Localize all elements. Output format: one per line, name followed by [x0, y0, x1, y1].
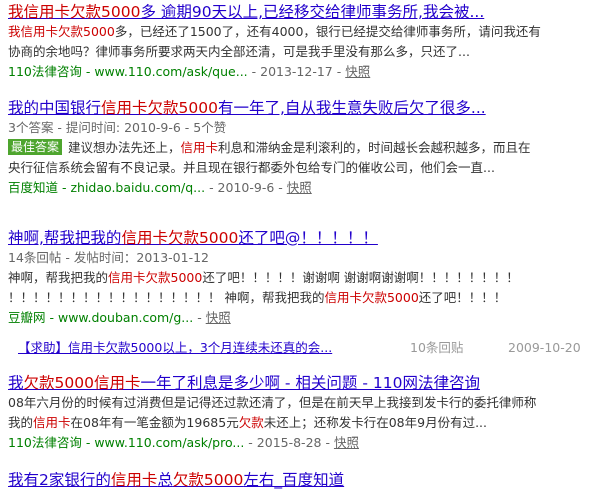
- result-meta: 14条回帖 - 发帖时间：2013-01-12: [8, 250, 210, 265]
- result-url[interactable]: - www.douban.com/g...: [46, 310, 193, 325]
- result-source: 百度知道: [8, 180, 59, 195]
- text-segment: 一年了利息是多少啊 - 相关问题 - 110网法律咨询: [140, 374, 480, 392]
- result-url-line: 110法律咨询 - www.110.com/ask/pro... - 2015-…: [8, 433, 600, 453]
- result-item: 我欠款5000信用卡一年了利息是多少啊 - 相关问题 - 110网法律咨询 08…: [8, 373, 600, 453]
- result-abstract-line: 协商的余地吗？律师事务所要求两天内全部还清，可是我手里没有那么多，只还了...: [8, 42, 600, 62]
- result-date: - 2015-8-28 -: [244, 435, 334, 450]
- highlighted-term: 信用卡欠款5000: [324, 290, 419, 305]
- result-abstract-text: 建议想办法先还上，信用卡利息和滞纳金是利滚利的，时间越长会越积越多，而且在: [68, 140, 531, 155]
- text-segment: 我: [8, 374, 24, 392]
- related-post-count: 10条回贴: [410, 340, 464, 355]
- result-title-link[interactable]: 我的中国银行信用卡欠款5000有一年了,自从我生意失败后欠了很多...: [8, 98, 600, 118]
- highlighted-term: 信用卡: [110, 471, 158, 489]
- snapshot-link[interactable]: 快照: [345, 64, 370, 79]
- text-segment: 在08年有一笔金额为19685元: [70, 415, 239, 430]
- text-segment: 还了吧！！！！: [418, 290, 507, 305]
- result-title-link[interactable]: 我信用卡欠款5000多 逾期90天以上,已经移交给律师事务所,我会被...: [8, 2, 600, 22]
- text-segment: 神啊，帮我把我的: [8, 270, 109, 285]
- result-item: 神啊,帮我把我的信用卡欠款5000还了吧@！！！！！ 14条回帖 - 发帖时间：…: [8, 228, 600, 328]
- highlighted-term: 信用卡欠款5000: [101, 99, 218, 117]
- text-segment: 未还上；还称发卡行在08年9月份有过...: [263, 415, 487, 430]
- result-url[interactable]: - www.110.com/ask/pro...: [82, 435, 245, 450]
- text-segment: 我的中国银行: [8, 99, 102, 117]
- text-segment: 08年六月份的时候有过消费但是记得还过款还清了，但是在前天早上我接到发卡行的委托…: [8, 395, 537, 410]
- related-post-date: 2009-10-20: [508, 340, 581, 355]
- result-abstract-line: ！！！！！！！！！！！！！！！！！ 神啊，帮我把我的信用卡欠款5000还了吧！！…: [8, 288, 600, 308]
- highlighted-term: 我信用卡欠款5000: [8, 24, 115, 39]
- result-source: 110法律咨询: [8, 435, 82, 450]
- result-url-line: 豆瓣网 - www.douban.com/g... - 快照: [8, 308, 600, 328]
- highlighted-term: 信用卡欠款5000: [108, 270, 203, 285]
- result-meta: 3个答案 - 提问时间: 2010-9-6 - 5个赞: [8, 120, 227, 135]
- result-url[interactable]: - zhidao.baidu.com/q...: [58, 180, 205, 195]
- result-abstract-line: 央行征信系统会留有不良记录。并且现在银行都委外包给专门的催收公司，他们会一直..…: [8, 158, 600, 178]
- text-segment: ！！！！！！！！！！！！！！！！！ 神啊，帮我把我的: [8, 290, 325, 305]
- text-segment: 协商的余地吗？律师事务所要求两天内全部还清，可是我手里没有那么多，只还了...: [8, 44, 470, 59]
- result-source: 110法律咨询: [8, 64, 82, 79]
- snapshot-link[interactable]: 快照: [334, 435, 359, 450]
- result-abstract-line: 我的信用卡在08年有一笔金额为19685元欠款未还上；还称发卡行在08年9月份有…: [8, 413, 600, 433]
- highlighted-term: 我信用卡欠款5000: [8, 3, 141, 21]
- text-segment: 我有2家银行的: [8, 471, 111, 489]
- highlighted-term: 欠款5000信用卡: [23, 374, 141, 392]
- highlighted-term: 信用卡: [33, 415, 71, 430]
- result-title-link[interactable]: 我有2家银行的信用卡总欠款5000左右_百度知道: [8, 470, 600, 490]
- result-date: -: [193, 310, 206, 325]
- result-item: 我信用卡欠款5000多 逾期90天以上,已经移交给律师事务所,我会被... 我信…: [8, 2, 600, 82]
- text-segment: 我的: [8, 415, 34, 430]
- text-segment: 左右_百度知道: [243, 471, 345, 489]
- result-title-link[interactable]: 神啊,帮我把我的信用卡欠款5000还了吧@！！！！！: [8, 228, 600, 248]
- text-segment: 神啊,帮我把我的: [8, 229, 122, 247]
- highlighted-term: 信用卡欠款5000: [68, 340, 163, 355]
- highlighted-term: 信用卡欠款5000: [121, 229, 239, 247]
- highlighted-term: 欠款5000: [172, 471, 244, 489]
- result-item: 我有2家银行的信用卡总欠款5000左右_百度知道: [8, 470, 600, 490]
- text-segment: 还了吧@！！！！！: [238, 229, 378, 247]
- text-segment: 有一年了,自从我生意失败后欠了很多...: [217, 99, 486, 117]
- result-date: - 2013-12-17 -: [247, 64, 346, 79]
- text-segment: 利息和滞纳金是利滚利的，时间越长会越积越多，而且在: [218, 140, 531, 155]
- result-date: - 2010-9-6 -: [205, 180, 287, 195]
- result-url-line: 百度知道 - zhidao.baidu.com/q... - 2010-9-6 …: [8, 178, 600, 198]
- result-abstract-line: 我信用卡欠款5000多，已经还了1500了，还有4000，银行已经提交给律师事务…: [8, 22, 600, 42]
- text-segment: 建议想办法先还上，: [68, 140, 181, 155]
- text-segment: 【求助】: [18, 340, 69, 355]
- result-url[interactable]: - www.110.com/ask/que...: [82, 64, 248, 79]
- snapshot-link[interactable]: 快照: [287, 180, 312, 195]
- result-abstract-line: 最佳答案 建议想办法先还上，信用卡利息和滞纳金是利滚利的，时间越长会越积越多，而且…: [8, 138, 600, 158]
- related-post-link[interactable]: 【求助】信用卡欠款5000以上，3个月连续未还真的会...: [18, 340, 332, 355]
- text-segment: 多，已经还了1500了，还有4000，银行已经提交给律师事务所，请问我还有: [114, 24, 541, 39]
- result-source: 豆瓣网: [8, 310, 46, 325]
- text-segment: 总: [157, 471, 173, 489]
- text-segment: 还了吧！！！！！谢谢啊 谢谢啊谢谢啊！！！！！！！！: [202, 270, 519, 285]
- text-segment: 央行征信系统会留有不良记录。并且现在银行都委外包给专门的催收公司，他们会一直..…: [8, 160, 495, 175]
- result-title-link[interactable]: 我欠款5000信用卡一年了利息是多少啊 - 相关问题 - 110网法律咨询: [8, 373, 600, 393]
- result-abstract-line: 神啊，帮我把我的信用卡欠款5000还了吧！！！！！谢谢啊 谢谢啊谢谢啊！！！！！…: [8, 268, 600, 288]
- result-url-line: 110法律咨询 - www.110.com/ask/que... - 2013-…: [8, 62, 600, 82]
- text-segment: 多 逾期90天以上,已经移交给律师事务所,我会被...: [140, 3, 485, 21]
- related-post-row: 【求助】信用卡欠款5000以上，3个月连续未还真的会... 10条回贴 2009…: [18, 338, 581, 358]
- text-segment: 以上，3个月连续未还真的会...: [162, 340, 333, 355]
- highlighted-term: 信用卡: [180, 140, 219, 155]
- best-answer-badge: 最佳答案: [8, 139, 63, 155]
- result-item: 我的中国银行信用卡欠款5000有一年了,自从我生意失败后欠了很多... 3个答案…: [8, 98, 600, 198]
- highlighted-term: 欠款: [238, 415, 264, 430]
- snapshot-link[interactable]: 快照: [206, 310, 231, 325]
- result-abstract-line: 08年六月份的时候有过消费但是记得还过款还清了，但是在前天早上我接到发卡行的委托…: [8, 393, 600, 413]
